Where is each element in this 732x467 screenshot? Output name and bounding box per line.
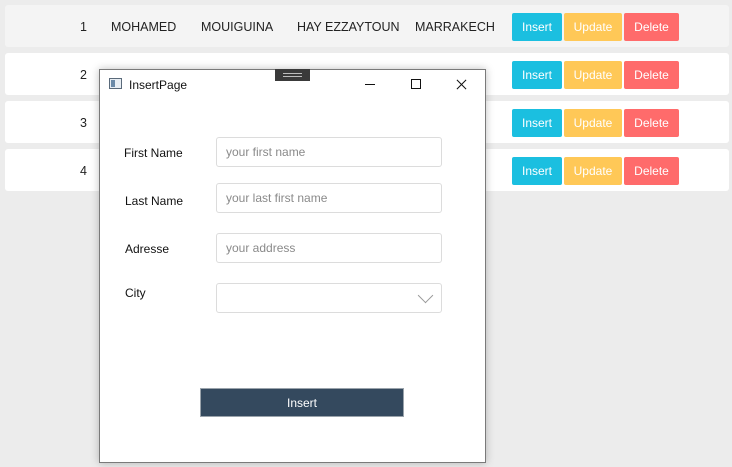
row-update-button[interactable]: Update xyxy=(564,157,622,185)
row-insert-button[interactable]: Insert xyxy=(512,109,562,137)
row-update-button[interactable]: Update xyxy=(564,109,622,137)
first-name-input[interactable] xyxy=(216,137,442,167)
chevron-down-icon xyxy=(417,287,434,304)
insert-submit-button[interactable]: Insert xyxy=(200,388,404,417)
row-delete-button[interactable]: Delete xyxy=(624,13,679,41)
table-row: 1 MOHAMED MOUIGUINA HAY EZZAYTOUN MARRAK… xyxy=(5,5,729,47)
row-delete-button[interactable]: Delete xyxy=(624,109,679,137)
row-update-button[interactable]: Update xyxy=(564,61,622,89)
address-label: Adresse xyxy=(125,242,170,256)
address-input[interactable] xyxy=(216,233,442,263)
maximize-button[interactable] xyxy=(393,70,439,100)
dialog-title: InsertPage xyxy=(129,78,188,92)
row-delete-button[interactable]: Delete xyxy=(624,157,679,185)
row-insert-button[interactable]: Insert xyxy=(512,13,562,41)
app-background: 1 MOHAMED MOUIGUINA HAY EZZAYTOUN MARRAK… xyxy=(0,0,732,467)
row-id: 3 xyxy=(80,116,87,130)
row-id: 2 xyxy=(80,68,87,82)
insert-dialog: InsertPage First Name Last Name Adresse … xyxy=(99,69,486,463)
last-name-label: Last Name xyxy=(125,194,184,208)
row-address: HAY EZZAYTOUN xyxy=(297,20,400,34)
window-app-icon xyxy=(109,78,122,89)
minimize-button[interactable] xyxy=(347,70,393,100)
row-id: 1 xyxy=(80,20,87,34)
row-insert-button[interactable]: Insert xyxy=(512,157,562,185)
city-select[interactable] xyxy=(216,283,442,313)
city-label: City xyxy=(125,286,146,300)
row-last-name: MOUIGUINA xyxy=(201,20,274,34)
close-button[interactable] xyxy=(439,70,485,100)
row-first-name: MOHAMED xyxy=(111,20,177,34)
row-city: MARRAKECH xyxy=(415,20,495,34)
first-name-label: First Name xyxy=(124,146,183,160)
row-id: 4 xyxy=(80,164,87,178)
row-insert-button[interactable]: Insert xyxy=(512,61,562,89)
row-delete-button[interactable]: Delete xyxy=(624,61,679,89)
row-update-button[interactable]: Update xyxy=(564,13,622,41)
dialog-titlebar[interactable]: InsertPage xyxy=(100,70,485,100)
last-name-input[interactable] xyxy=(216,183,442,213)
